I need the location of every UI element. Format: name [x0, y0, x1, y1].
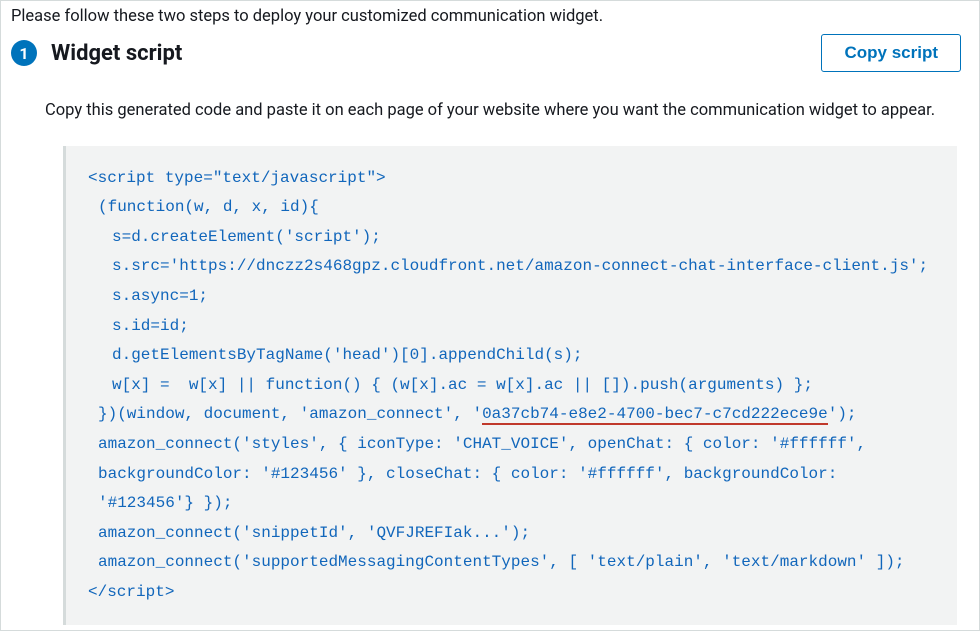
- header-row: 1 Widget script Copy script: [1, 30, 979, 80]
- code-line: (function(w, d, x, id){: [88, 193, 935, 223]
- code-line: w[x] = w[x] || function() { (w[x].ac = w…: [88, 371, 935, 401]
- code-line: s.async=1;: [88, 282, 935, 312]
- copy-script-button[interactable]: Copy script: [821, 34, 961, 72]
- code-text-fragment: ');: [828, 405, 857, 423]
- intro-text: Please follow these two steps to deploy …: [1, 1, 979, 30]
- section-title: Widget script: [51, 41, 182, 66]
- widget-deploy-panel: Please follow these two steps to deploy …: [0, 0, 980, 631]
- code-line: <script type="text/javascript">: [88, 164, 935, 194]
- header-left: 1 Widget script: [11, 40, 182, 66]
- code-line: s.src='https://dnczz2s468gpz.cloudfront.…: [88, 252, 935, 282]
- code-line: s.id=id;: [88, 312, 935, 342]
- section-description: Copy this generated code and paste it on…: [1, 80, 979, 136]
- code-block: <script type="text/javascript">(function…: [63, 146, 957, 626]
- code-line: })(window, document, 'amazon_connect', '…: [88, 400, 935, 430]
- step-badge: 1: [11, 40, 37, 66]
- code-text-fragment: })(window, document, 'amazon_connect', ': [98, 405, 482, 423]
- code-line: amazon_connect('styles', { iconType: 'CH…: [88, 430, 935, 519]
- highlighted-uuid: 0a37cb74-e8e2-4700-bec7-c7cd222ece9e: [482, 405, 828, 425]
- code-line: </script>: [88, 578, 935, 608]
- code-line: s=d.createElement('script');: [88, 223, 935, 253]
- code-line: amazon_connect('supportedMessagingConten…: [88, 548, 935, 578]
- code-line: d.getElementsByTagName('head')[0].append…: [88, 341, 935, 371]
- code-line: amazon_connect('snippetId', 'QVFJREFIak.…: [88, 519, 935, 549]
- code-text[interactable]: <script type="text/javascript">(function…: [88, 164, 935, 608]
